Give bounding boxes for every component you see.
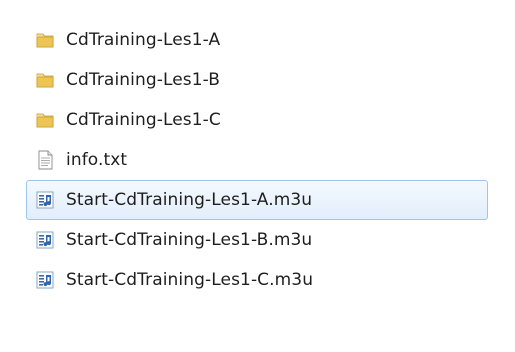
file-name: CdTraining-Les1-C <box>66 110 221 130</box>
file-item-start-cdtraining-les1-b-m3u[interactable]: Start-CdTraining-Les1-B.m3u <box>26 220 506 260</box>
folder-icon <box>34 29 56 51</box>
folder-icon <box>34 109 56 131</box>
playlist-file-icon <box>34 269 56 291</box>
playlist-file-icon <box>34 229 56 251</box>
file-item-start-cdtraining-les1-c-m3u[interactable]: Start-CdTraining-Les1-C.m3u <box>26 260 506 300</box>
file-item-cdtraining-les1-a[interactable]: CdTraining-Les1-A <box>26 20 506 60</box>
file-name: Start-CdTraining-Les1-A.m3u <box>66 190 313 210</box>
file-list: CdTraining-Les1-A CdTraining-Les1-B CdTr… <box>26 20 506 300</box>
file-name: CdTraining-Les1-A <box>66 30 221 50</box>
folder-icon <box>34 69 56 91</box>
playlist-file-icon <box>34 189 56 211</box>
file-item-cdtraining-les1-b[interactable]: CdTraining-Les1-B <box>26 60 506 100</box>
file-name: CdTraining-Les1-B <box>66 70 221 90</box>
text-file-icon <box>34 149 56 171</box>
file-name: Start-CdTraining-Les1-B.m3u <box>66 230 313 250</box>
file-item-start-cdtraining-les1-a-m3u[interactable]: Start-CdTraining-Les1-A.m3u <box>26 180 488 220</box>
file-item-info-txt[interactable]: info.txt <box>26 140 506 180</box>
file-name: info.txt <box>66 150 128 170</box>
file-name: Start-CdTraining-Les1-C.m3u <box>66 270 314 290</box>
file-item-cdtraining-les1-c[interactable]: CdTraining-Les1-C <box>26 100 506 140</box>
